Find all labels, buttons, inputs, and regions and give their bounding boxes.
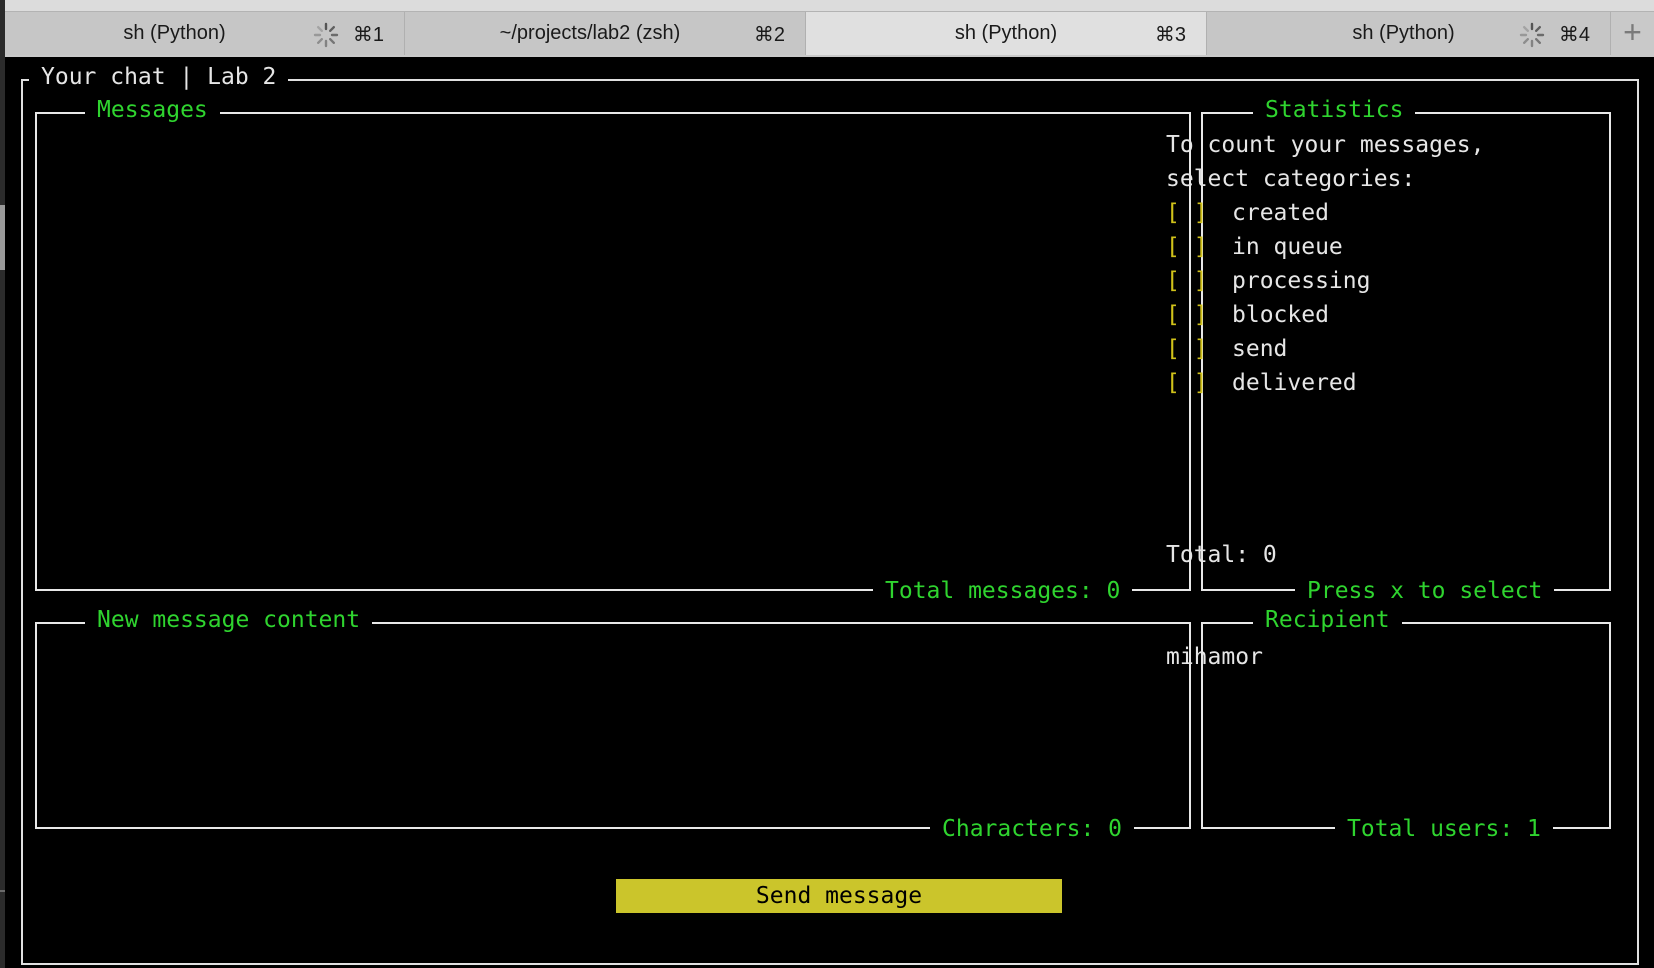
send-message-button[interactable]: Send message: [616, 879, 1062, 913]
category-label: delivered: [1232, 370, 1357, 396]
tab-title: sh (Python): [123, 22, 226, 44]
recipient-panel-title: Recipient: [1253, 606, 1402, 634]
tab-title: ~/projects/lab2 (zsh): [499, 22, 681, 44]
messages-panel-title: Messages: [85, 96, 220, 124]
checkbox[interactable]: [ ]: [1166, 266, 1232, 296]
category-blocked[interactable]: [ ] blocked: [1166, 300, 1329, 330]
category-label: processing: [1232, 268, 1371, 294]
category-created[interactable]: [ ] created: [1166, 198, 1329, 228]
checkbox[interactable]: [ ]: [1166, 198, 1232, 228]
recipient-value[interactable]: mihamor: [1166, 642, 1263, 672]
checkbox[interactable]: [ ]: [1166, 232, 1232, 262]
messages-panel[interactable]: [35, 112, 1191, 591]
add-tab-button[interactable]: +: [1611, 12, 1654, 55]
tab-3[interactable]: sh (Python) ⌘3: [806, 12, 1207, 55]
loading-spinner-icon: [313, 22, 339, 48]
category-in-queue[interactable]: [ ] in queue: [1166, 232, 1343, 262]
window-title: Your chat | Lab 2: [29, 63, 289, 91]
new-message-input[interactable]: [35, 622, 1191, 829]
tab-shortcut: ⌘2: [753, 24, 785, 46]
checkbox[interactable]: [ ]: [1166, 300, 1232, 330]
tab-4[interactable]: sh (Python) ⌘4: [1207, 12, 1611, 55]
terminal-view[interactable]: Your chat | Lab 2 Messages Total message…: [5, 57, 1654, 968]
new-message-panel-title: New message content: [85, 606, 373, 634]
tab-2[interactable]: ~/projects/lab2 (zsh) ⌘2: [405, 12, 806, 55]
tab-bar-top: [5, 0, 1654, 12]
category-label: in queue: [1232, 234, 1343, 260]
tab-shortcut: ⌘4: [1558, 24, 1590, 46]
tab-shortcut: ⌘3: [1154, 24, 1186, 46]
characters-count-label: Characters: 0: [930, 815, 1135, 843]
loading-spinner-icon: [1519, 22, 1545, 48]
statistics-intro-line2: select categories:: [1166, 166, 1416, 192]
statistics-intro-line1: To count your messages,: [1166, 132, 1485, 158]
tab-bar: sh (Python) ⌘1 ~/projects/lab2 (zsh) ⌘2 …: [5, 0, 1654, 57]
tab-shortcut: ⌘1: [352, 24, 384, 46]
category-label: blocked: [1232, 302, 1329, 328]
tab-title: sh (Python): [954, 22, 1058, 44]
category-delivered[interactable]: [ ] delivered: [1166, 368, 1357, 398]
total-users-label: Total users: 1: [1335, 815, 1553, 843]
total-messages-label: Total messages: 0: [873, 577, 1133, 605]
category-processing[interactable]: [ ] processing: [1166, 266, 1370, 296]
statistics-total: Total: 0: [1166, 542, 1277, 568]
statistics-panel-title: Statistics: [1253, 96, 1416, 124]
category-label: created: [1232, 200, 1329, 226]
tab-1[interactable]: sh (Python) ⌘1: [5, 12, 405, 55]
category-send[interactable]: [ ] send: [1166, 334, 1287, 364]
checkbox[interactable]: [ ]: [1166, 368, 1232, 398]
checkbox[interactable]: [ ]: [1166, 334, 1232, 364]
statistics-hint: Press x to select: [1295, 577, 1555, 605]
window-edge-mark: [0, 890, 5, 892]
category-label: send: [1232, 336, 1288, 362]
